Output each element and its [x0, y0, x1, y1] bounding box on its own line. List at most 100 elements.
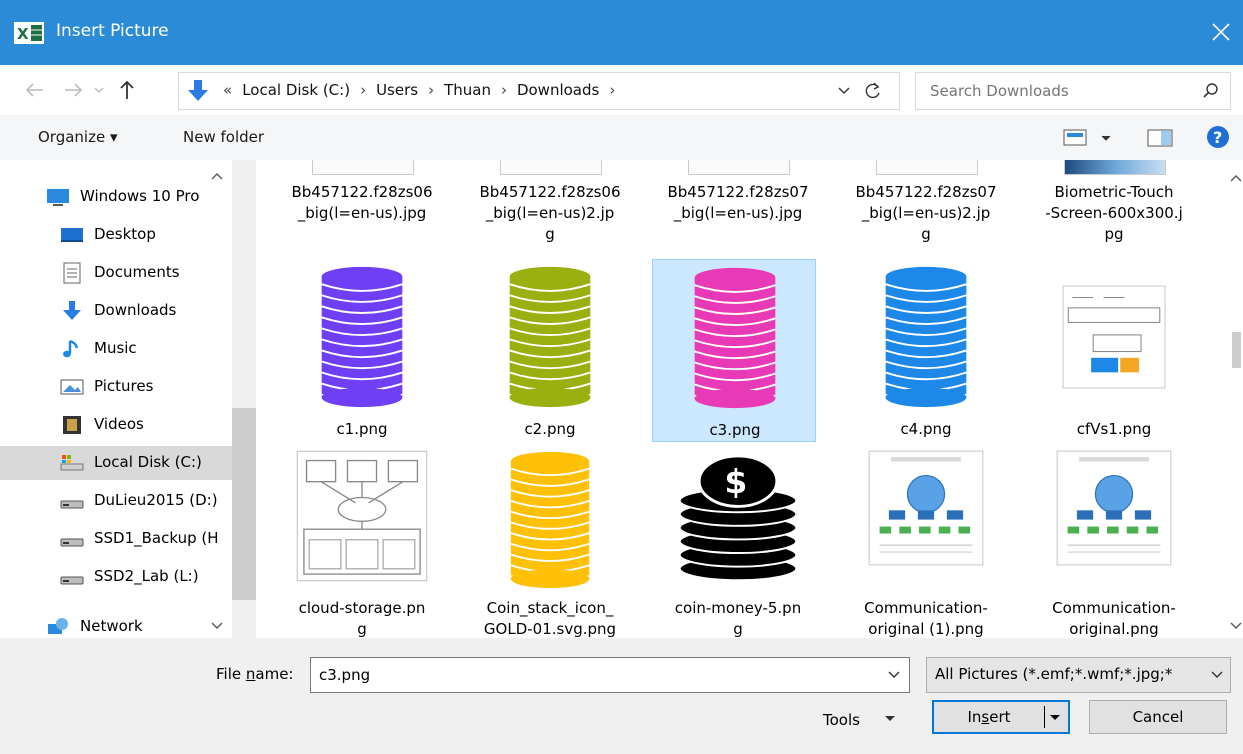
file-tile-selected[interactable]: c3.png — [652, 259, 816, 442]
file-name-text: cloud-storage.pn — [298, 599, 426, 617]
file-name-text: Bb457122.f28zs07 — [667, 183, 809, 201]
file-tile[interactable]: cloud-storage.pn g — [280, 450, 444, 638]
file-name-text: Bb457122.f28zs06 — [479, 183, 621, 201]
insert-button[interactable]: Insert — [932, 700, 1070, 734]
breadcrumb-item[interactable]: Downloads — [517, 81, 599, 99]
breadcrumb-item[interactable]: Local Disk (C:) — [242, 81, 350, 99]
file-thumbnail — [874, 265, 978, 413]
nav-item-pictures[interactable]: Pictures — [0, 370, 232, 404]
tools-label: Tools — [823, 711, 860, 729]
chevron-down-icon[interactable] — [887, 669, 901, 681]
file-name-text: c3.png — [709, 421, 761, 439]
file-name-text: g — [733, 620, 743, 638]
file-thumbnail: $ — [670, 450, 806, 594]
file-thumbnail — [1062, 265, 1166, 413]
breadcrumb-separator: › — [500, 81, 507, 99]
nav-item-windows-10-pro[interactable]: Windows 10 Pro — [0, 180, 232, 214]
file-thumbnail — [498, 265, 602, 413]
breadcrumb-separator: › — [360, 81, 367, 99]
search-icon[interactable] — [1202, 82, 1220, 100]
file-name-text: _big(l=en-us).jpg — [673, 204, 803, 222]
nav-item-downloads[interactable]: Downloads — [0, 294, 232, 328]
nav-item-documents[interactable]: Documents — [0, 256, 232, 290]
file-thumbnail — [310, 265, 414, 413]
scroll-down-icon[interactable] — [1229, 620, 1243, 632]
file-type-value: All Pictures (*.emf;*.wmf;*.jpg;* — [935, 665, 1173, 683]
file-tile[interactable]: Bb457122.f28zs07 _big(l=en-us).jpg — [656, 160, 820, 260]
file-name-text: Communication- — [864, 599, 988, 617]
file-thumbnail — [312, 160, 414, 175]
file-name-text: g — [921, 225, 931, 243]
file-name-text: Biometric-Touch — [1054, 183, 1174, 201]
chevron-down-icon[interactable] — [1210, 669, 1224, 681]
file-tile[interactable]: Communication-original.png — [1032, 450, 1196, 638]
file-tile[interactable]: c2.png — [468, 259, 632, 442]
preview-pane-icon[interactable] — [1147, 128, 1173, 148]
nav-item-label: Windows 10 Pro — [80, 187, 200, 205]
file-thumbnail — [1064, 160, 1166, 175]
tools-menu[interactable]: Tools — [823, 711, 897, 729]
nav-item-network[interactable]: Network — [0, 610, 232, 638]
organize-button[interactable]: Organize ▾ — [38, 128, 118, 146]
help-icon[interactable]: ? — [1206, 125, 1230, 149]
file-name-label: File name: — [216, 665, 294, 683]
close-icon[interactable] — [1203, 14, 1237, 48]
drive-icon — [60, 528, 84, 550]
breadcrumb-item[interactable]: Thuan — [444, 81, 491, 99]
file-tile[interactable]: Bb457122.f28zs06 _big(l=en-us).jpg — [280, 160, 444, 260]
file-name-text: pg — [1104, 225, 1124, 243]
nav-item-music[interactable]: Music — [0, 332, 232, 366]
file-thumbnail — [688, 160, 790, 175]
up-arrow-icon[interactable] — [114, 77, 140, 103]
file-name-text: _big(l=en-us)2.jp — [861, 204, 991, 222]
search-input[interactable] — [928, 81, 1182, 101]
nav-item-local-disk-c[interactable]: Local Disk (C:) — [0, 446, 232, 480]
search-box[interactable] — [915, 72, 1231, 110]
file-thumbnail — [500, 160, 602, 175]
file-tile[interactable]: c1.png — [280, 259, 444, 442]
nav-item-ssd1-backup-h[interactable]: SSD1_Backup (H — [0, 522, 232, 556]
file-tile[interactable]: Biometric-Touch -Screen-600x300.j pg — [1032, 160, 1196, 260]
refresh-icon[interactable] — [863, 81, 883, 101]
file-tile[interactable]: Communication-original (1).png — [844, 450, 1008, 638]
documents-icon — [60, 262, 84, 284]
file-scrollbar[interactable] — [1229, 160, 1243, 638]
breadcrumb-item[interactable]: Users — [376, 81, 418, 99]
file-name-text: _big(l=en-us).jpg — [297, 204, 427, 222]
file-tile[interactable]: cfVs1.png — [1032, 259, 1196, 442]
view-options-icon[interactable] — [1062, 128, 1122, 148]
file-name-box[interactable] — [310, 657, 910, 693]
nav-item-desktop[interactable]: Desktop — [0, 218, 232, 252]
nav-item-dulieu2015-d[interactable]: DuLieu2015 (D:) — [0, 484, 232, 518]
file-tile[interactable]: Bb457122.f28zs07 _big(l=en-us)2.jp g — [844, 160, 1008, 260]
navigation-pane: Windows 10 Pro Desktop Documents Downloads M… — [0, 160, 232, 638]
file-scrollbar-thumb[interactable] — [1232, 332, 1241, 368]
file-tile[interactable]: Bb457122.f28zs06 _big(l=en-us)2.jp g — [468, 160, 632, 260]
file-tile[interactable]: $ coin-money-5.pn g — [656, 450, 820, 638]
scroll-up-icon[interactable] — [1229, 172, 1243, 184]
file-name-text: original (1).png — [868, 620, 984, 638]
file-tile[interactable]: c4.png — [844, 259, 1008, 442]
title-bar: X Insert Picture — [0, 0, 1243, 65]
nav-item-ssd2-lab-l[interactable]: SSD2_Lab (L:) — [0, 560, 232, 594]
chevron-down-icon[interactable] — [837, 85, 851, 97]
nav-item-videos[interactable]: Videos — [0, 408, 232, 442]
file-tile[interactable]: Coin_stack_icon_ GOLD-01.svg.png — [468, 450, 632, 638]
file-type-select[interactable]: All Pictures (*.emf;*.wmf;*.jpg;* — [926, 657, 1231, 693]
file-name-input[interactable] — [317, 665, 881, 685]
nav-item-label: SSD1_Backup (H — [94, 529, 219, 547]
caret-down-icon[interactable] — [1048, 712, 1062, 724]
nav-item-label: Music — [94, 339, 137, 357]
cancel-button[interactable]: Cancel — [1089, 700, 1227, 734]
recent-chevron-icon[interactable] — [90, 77, 108, 103]
breadcrumb-separator: › — [609, 81, 616, 99]
new-folder-button[interactable]: New folder — [183, 128, 264, 146]
nav-scrollbar-thumb[interactable] — [232, 408, 256, 600]
drive-icon — [60, 566, 84, 588]
command-bar: Organize ▾ New folder ? — [0, 115, 1243, 160]
file-name-text: original.png — [1069, 620, 1159, 638]
path-bar[interactable]: « Local Disk (C:) › Users › Thuan › Downloads › — [178, 72, 900, 110]
forward-arrow-icon[interactable] — [60, 77, 86, 103]
svg-text:$: $ — [724, 462, 747, 501]
back-arrow-icon[interactable] — [22, 77, 48, 103]
